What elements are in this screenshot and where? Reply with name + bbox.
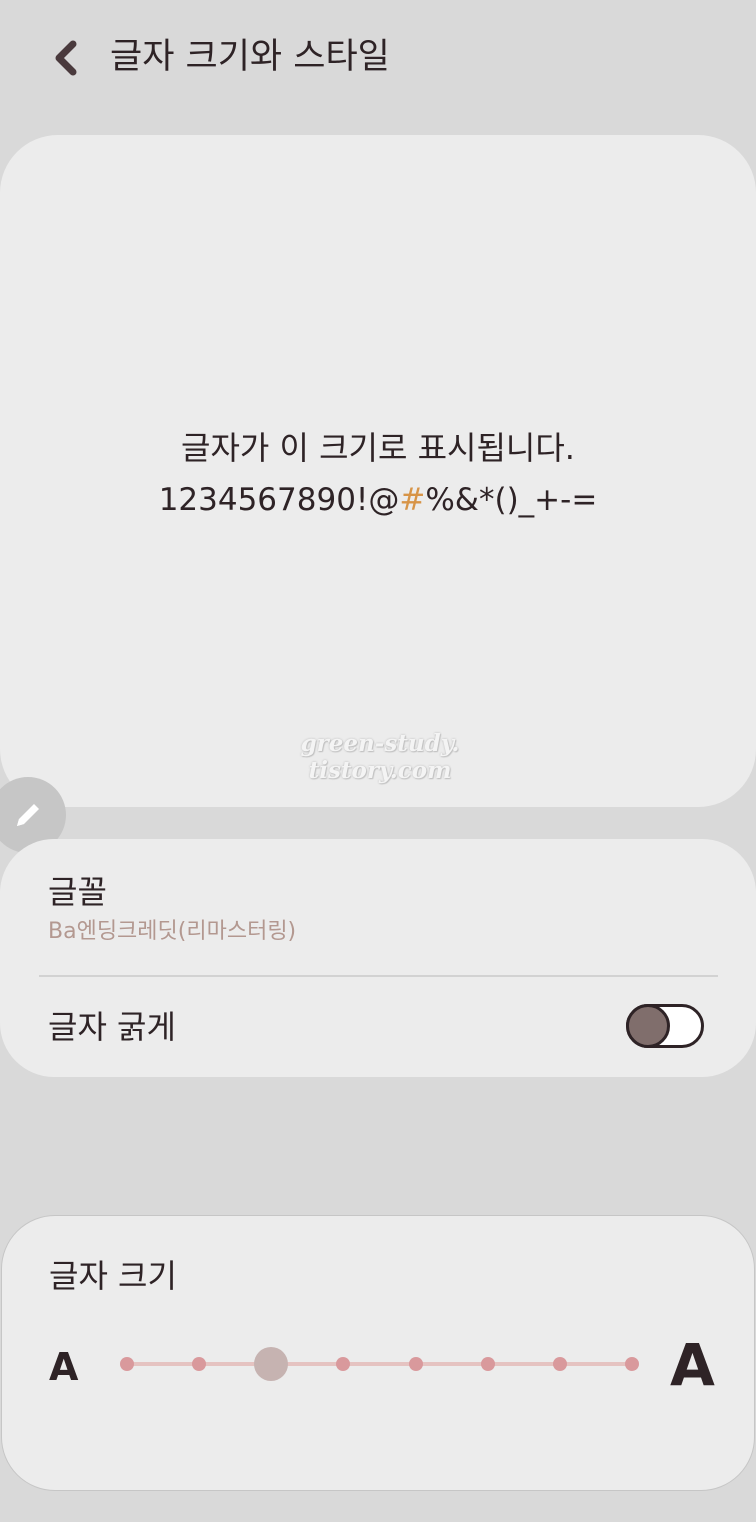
font-size-label: 글자 크기	[49, 1257, 177, 1295]
small-font-size-glyph: A	[49, 1345, 79, 1389]
font-setting-row[interactable]: 글꼴 Ba엔딩크레딧(리마스터링)	[0, 839, 756, 975]
app-bar: 글자 크기와 스타일	[0, 0, 756, 115]
preview-text-korean: 글자가 이 크기로 표시됩니다.	[181, 429, 575, 467]
preview-hash-symbol: #	[399, 482, 426, 518]
bold-text-toggle[interactable]	[626, 1004, 704, 1048]
slider-step-dot[interactable]	[408, 1357, 423, 1371]
font-setting-value: Ba엔딩크레딧(리마스터링)	[48, 919, 297, 944]
preview-card	[0, 135, 756, 807]
toggle-thumb	[626, 1004, 670, 1048]
settings-card: 글꼴 Ba엔딩크레딧(리마스터링) 글자 굵게	[0, 839, 756, 1077]
slider-step-dot[interactable]	[480, 1357, 495, 1371]
slider-step-dot[interactable]	[625, 1357, 639, 1371]
bold-text-label: 글자 굵게	[48, 1008, 176, 1046]
large-font-size-glyph: A	[670, 1331, 715, 1399]
watermark-line-1: green-study.	[300, 730, 460, 757]
bold-text-row[interactable]: 글자 굵게	[0, 977, 756, 1077]
pencil-icon	[17, 804, 39, 826]
slider-step-dot[interactable]	[120, 1357, 134, 1371]
preview-digits: 1234567890!@	[158, 482, 400, 518]
font-setting-label: 글꼴	[48, 873, 107, 911]
watermark-line-2: tistory.com	[308, 757, 452, 784]
page-title: 글자 크기와 스타일	[110, 37, 390, 77]
slider-step-dot[interactable]	[336, 1357, 351, 1371]
slider-thumb[interactable]	[254, 1347, 289, 1381]
watermark: green-study. tistory.com	[250, 730, 510, 784]
slider-step-dot[interactable]	[192, 1357, 207, 1371]
preview-symbols: %&*()_+-=	[425, 482, 598, 518]
back-button[interactable]	[38, 30, 94, 86]
font-size-slider[interactable]	[112, 1342, 648, 1386]
slider-step-dot[interactable]	[552, 1357, 567, 1371]
preview-text-characters: 1234567890!@#%&*()_+-=	[0, 478, 756, 522]
chevron-left-icon	[55, 40, 77, 76]
font-size-card: 글자 크기 A A	[1, 1215, 755, 1491]
